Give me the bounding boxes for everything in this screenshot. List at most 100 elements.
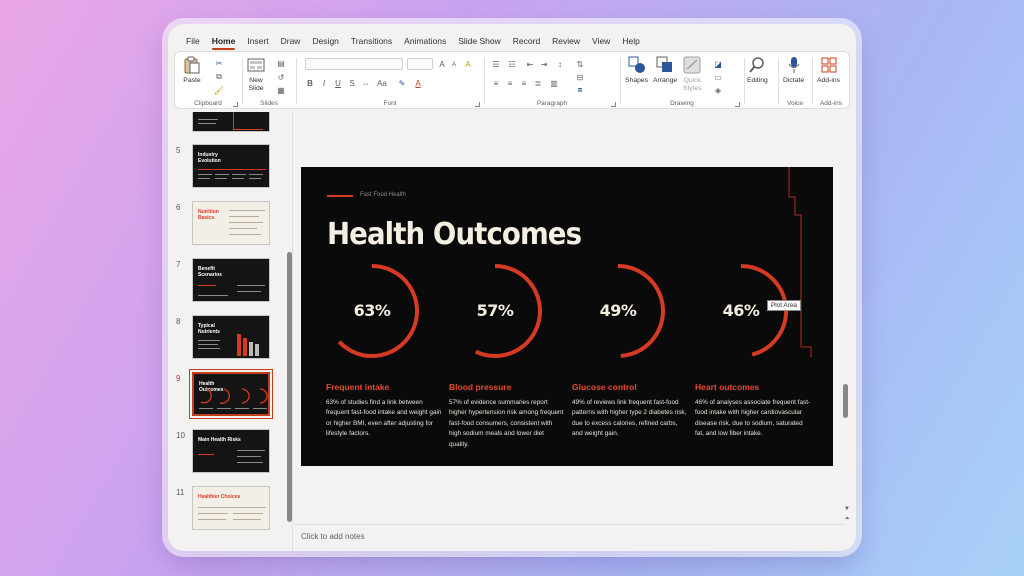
slide-thumbnail-active[interactable]: Health Outcomes bbox=[190, 370, 272, 418]
gauge-value: 63% bbox=[353, 301, 391, 320]
font-family-select[interactable] bbox=[305, 58, 403, 70]
tab-design[interactable]: Design bbox=[306, 32, 344, 50]
tab-help[interactable]: Help bbox=[616, 32, 645, 50]
paste-icon bbox=[183, 56, 201, 74]
slides-group: New Slide ▤ ↺ ▦ Slides bbox=[243, 52, 295, 110]
thumbnail-row[interactable] bbox=[168, 112, 286, 134]
italic-icon[interactable]: I bbox=[319, 78, 329, 88]
tab-file[interactable]: File bbox=[180, 32, 206, 50]
slide-kicker: Fast Food Health bbox=[360, 192, 407, 198]
slide-thumbnail[interactable]: Healthier Choices bbox=[192, 486, 270, 530]
thumbnail-row[interactable]: 5 Industry Evolution bbox=[168, 144, 286, 190]
copy-icon[interactable]: ⧉ bbox=[214, 72, 224, 82]
line-spacing-icon[interactable]: ↕ bbox=[555, 59, 565, 69]
align-center-icon[interactable]: ≡ bbox=[505, 78, 515, 88]
tab-insert[interactable]: Insert bbox=[241, 32, 274, 50]
paste-button[interactable]: Paste bbox=[183, 56, 201, 85]
slide-title[interactable]: Health Outcomes bbox=[327, 217, 582, 252]
clipboard-dialog-launcher[interactable] bbox=[233, 102, 238, 107]
gauge-chart[interactable]: 46% bbox=[686, 263, 796, 363]
slide-thumbnail[interactable]: Main Health Risks bbox=[192, 429, 270, 473]
reset-icon[interactable]: ↺ bbox=[276, 72, 286, 82]
slide-thumbnail[interactable]: Nutrition Basics bbox=[192, 201, 270, 245]
text-direction-icon[interactable]: ⇅ bbox=[575, 59, 585, 69]
slide-thumbnail[interactable]: Benefit Scenarios bbox=[192, 258, 270, 302]
tab-draw[interactable]: Draw bbox=[275, 32, 307, 50]
clear-format-icon[interactable]: A bbox=[463, 59, 473, 69]
editing-button[interactable]: Editing bbox=[747, 56, 768, 85]
format-painter-icon[interactable]: 🖌 bbox=[214, 85, 224, 95]
bold-icon[interactable]: B bbox=[305, 78, 315, 88]
layout-icon[interactable]: ▤ bbox=[276, 58, 286, 68]
thumbnail-row[interactable]: 6 Nutrition Basics bbox=[168, 201, 286, 247]
cut-icon[interactable]: ✂ bbox=[214, 58, 224, 68]
new-slide-button[interactable]: New Slide bbox=[247, 56, 265, 93]
new-slide-icon bbox=[247, 56, 265, 74]
gauge-chart[interactable]: 49% bbox=[563, 263, 673, 363]
thumbnail-row[interactable]: 10 Main Health Risks bbox=[168, 429, 286, 475]
thumbnail-row[interactable]: 7 Benefit Scenarios bbox=[168, 258, 286, 304]
quick-styles-button[interactable]: Quick Styles bbox=[683, 56, 702, 93]
scroll-thumb[interactable] bbox=[843, 384, 848, 418]
drawing-dialog-launcher[interactable] bbox=[735, 102, 740, 107]
addins-group: Add-ins Add-ins bbox=[813, 52, 849, 110]
decrease-font-icon[interactable]: A bbox=[449, 60, 459, 70]
addins-button[interactable]: Add-ins bbox=[817, 56, 840, 85]
highlight-icon[interactable]: ✎ bbox=[397, 78, 407, 88]
numbering-icon[interactable]: ☷ bbox=[507, 59, 517, 69]
font-size-select[interactable] bbox=[407, 58, 433, 70]
accent-bar bbox=[327, 195, 353, 197]
slide-canvas[interactable]: Fast Food Health Health Outcomes 63% 57%… bbox=[301, 167, 833, 466]
editing-group: Editing bbox=[745, 52, 777, 110]
increase-font-icon[interactable]: A bbox=[437, 59, 447, 69]
tab-review[interactable]: Review bbox=[546, 32, 586, 50]
shape-effects-icon[interactable]: ◈ bbox=[713, 85, 723, 95]
tab-animations[interactable]: Animations bbox=[398, 32, 452, 50]
tab-home[interactable]: Home bbox=[206, 32, 242, 50]
previous-slide-icon[interactable]: ⏶ bbox=[842, 514, 852, 524]
font-dialog-launcher[interactable] bbox=[475, 102, 480, 107]
change-case-icon[interactable]: Aa bbox=[377, 78, 387, 88]
notes-pane[interactable]: Click to add notes bbox=[294, 524, 844, 551]
columns-icon[interactable]: ▥ bbox=[549, 78, 559, 88]
align-right-icon[interactable]: ≡ bbox=[519, 78, 529, 88]
char-spacing-icon[interactable]: ⇔ bbox=[361, 78, 371, 88]
decrease-indent-icon[interactable]: ⇤ bbox=[525, 59, 535, 69]
scroll-down-icon[interactable]: ▼ bbox=[842, 504, 852, 514]
column-heading: Glucose control bbox=[572, 382, 637, 392]
shape-outline-icon[interactable]: ▭ bbox=[713, 72, 723, 82]
smartart-icon[interactable]: ⧈ bbox=[575, 85, 585, 95]
tab-record[interactable]: Record bbox=[507, 32, 546, 50]
arrange-button[interactable]: Arrange bbox=[653, 56, 677, 85]
section-icon[interactable]: ▦ bbox=[276, 85, 286, 95]
clipboard-group: Paste ✂ ⧉ 🖌 Clipboard bbox=[175, 52, 241, 110]
align-left-icon[interactable]: ≡ bbox=[491, 78, 501, 88]
thumbnail-row[interactable]: 11 Healthier Choices bbox=[168, 486, 286, 532]
paragraph-dialog-launcher[interactable] bbox=[611, 102, 616, 107]
slide-thumbnail[interactable] bbox=[192, 112, 270, 132]
font-color-icon[interactable]: A bbox=[413, 78, 423, 88]
thumbnail-row[interactable]: 8 Typical Nutrients bbox=[168, 315, 286, 361]
increase-indent-icon[interactable]: ⇥ bbox=[539, 59, 549, 69]
justify-icon[interactable]: ≣ bbox=[533, 78, 543, 88]
menu-bar: File Home Insert Draw Design Transitions… bbox=[168, 32, 856, 50]
slide-scrollbar[interactable]: ▼ ⏶ bbox=[842, 114, 850, 524]
shape-fill-icon[interactable]: ◪ bbox=[713, 59, 723, 69]
shapes-button[interactable]: Shapes bbox=[625, 56, 648, 85]
dictate-button[interactable]: Dictate bbox=[783, 56, 804, 85]
column-heading: Frequent intake bbox=[326, 382, 390, 392]
thumbnail-row[interactable]: 9 Health Outcomes bbox=[168, 370, 286, 418]
gauge-chart[interactable]: 57% bbox=[440, 263, 550, 363]
column-body: 46% of analyses associate frequent fast-… bbox=[695, 399, 811, 438]
gauge-chart[interactable]: 63% bbox=[317, 263, 427, 363]
strikethrough-icon[interactable]: S bbox=[347, 78, 357, 88]
align-text-icon[interactable]: ⊟ bbox=[575, 72, 585, 82]
tab-slide-show[interactable]: Slide Show bbox=[452, 32, 507, 50]
ribbon: Paste ✂ ⧉ 🖌 Clipboard New Slide ▤ ↺ ▦ Sl… bbox=[174, 51, 850, 109]
tab-transitions[interactable]: Transitions bbox=[345, 32, 398, 50]
slide-thumbnail[interactable]: Industry Evolution bbox=[192, 144, 270, 188]
underline-icon[interactable]: U bbox=[333, 78, 343, 88]
tab-view[interactable]: View bbox=[586, 32, 616, 50]
bullets-icon[interactable]: ☰ bbox=[491, 59, 501, 69]
slide-thumbnail[interactable]: Typical Nutrients bbox=[192, 315, 270, 359]
